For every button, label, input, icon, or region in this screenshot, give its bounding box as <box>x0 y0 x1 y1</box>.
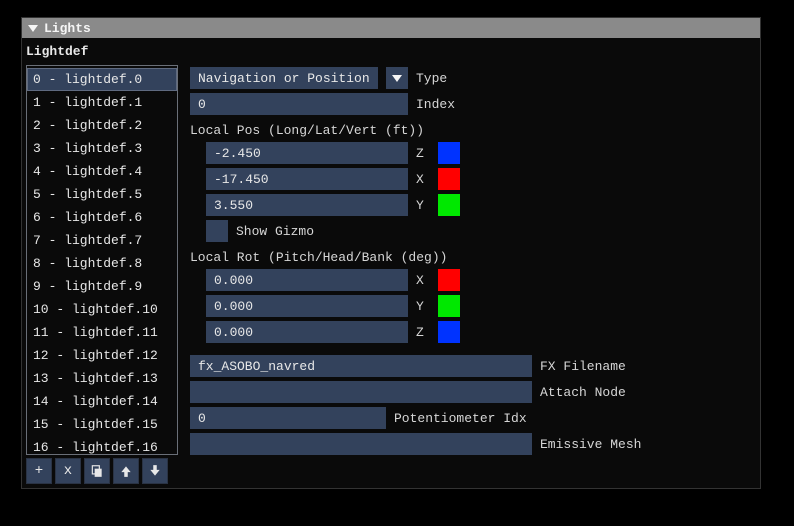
rot-x-input[interactable]: 0.000 <box>206 269 408 291</box>
attach-node-input[interactable] <box>190 381 532 403</box>
potentiometer-idx-label: Potentiometer Idx <box>394 411 527 426</box>
body: 0 - lightdef.01 - lightdef.12 - lightdef… <box>22 63 760 488</box>
list-item[interactable]: 10 - lightdef.10 <box>27 298 177 321</box>
remove-button[interactable]: x <box>55 458 81 484</box>
add-button[interactable]: + <box>26 458 52 484</box>
move-up-button[interactable] <box>113 458 139 484</box>
copy-button[interactable] <box>84 458 110 484</box>
rot-y-input[interactable]: 0.000 <box>206 295 408 317</box>
pos-z-color-swatch <box>438 142 460 164</box>
type-dropdown-toggle[interactable] <box>386 67 408 89</box>
pos-y-input[interactable]: 3.550 <box>206 194 408 216</box>
emissive-mesh-label: Emissive Mesh <box>540 437 641 452</box>
list-item[interactable]: 9 - lightdef.9 <box>27 275 177 298</box>
list-item[interactable]: 1 - lightdef.1 <box>27 91 177 114</box>
chevron-down-icon <box>392 75 402 82</box>
localpos-heading: Local Pos (Long/Lat/Vert (ft)) <box>190 119 756 138</box>
list-item[interactable]: 16 - lightdef.16 <box>27 436 177 455</box>
list-item[interactable]: 15 - lightdef.15 <box>27 413 177 436</box>
list-item[interactable]: 2 - lightdef.2 <box>27 114 177 137</box>
lights-window: Lights Lightdef 0 - lightdef.01 - lightd… <box>21 17 761 489</box>
list-item[interactable]: 3 - lightdef.3 <box>27 137 177 160</box>
pos-x-color-swatch <box>438 168 460 190</box>
list-item[interactable]: 4 - lightdef.4 <box>27 160 177 183</box>
list-item[interactable]: 8 - lightdef.8 <box>27 252 177 275</box>
move-down-button[interactable] <box>142 458 168 484</box>
pos-y-color-swatch <box>438 194 460 216</box>
sidebar: 0 - lightdef.01 - lightdef.12 - lightdef… <box>26 65 178 484</box>
rot-x-color-swatch <box>438 269 460 291</box>
potentiometer-idx-input[interactable]: 0 <box>190 407 386 429</box>
lightdef-list[interactable]: 0 - lightdef.01 - lightdef.12 - lightdef… <box>26 65 178 455</box>
section-title: Lightdef <box>22 38 760 63</box>
collapse-icon[interactable] <box>28 25 38 32</box>
index-label: Index <box>416 97 455 112</box>
pos-z-axis-label: Z <box>416 146 430 161</box>
list-item[interactable]: 5 - lightdef.5 <box>27 183 177 206</box>
rot-x-axis-label: X <box>416 273 430 288</box>
arrow-up-icon <box>119 464 133 478</box>
list-item[interactable]: 11 - lightdef.11 <box>27 321 177 344</box>
copy-icon <box>90 464 104 478</box>
localrot-heading: Local Rot (Pitch/Head/Bank (deg)) <box>190 246 756 265</box>
fx-filename-input[interactable]: fx_ASOBO_navred <box>190 355 532 377</box>
arrow-down-icon <box>148 464 162 478</box>
list-item[interactable]: 12 - lightdef.12 <box>27 344 177 367</box>
fx-filename-label: FX Filename <box>540 359 626 374</box>
titlebar[interactable]: Lights <box>22 18 760 38</box>
properties-panel: Navigation or Position Type 0 Index Loca… <box>190 65 756 484</box>
rot-y-color-swatch <box>438 295 460 317</box>
attach-node-label: Attach Node <box>540 385 626 400</box>
type-dropdown[interactable]: Navigation or Position <box>190 67 378 89</box>
pos-z-input[interactable]: -2.450 <box>206 142 408 164</box>
rot-z-input[interactable]: 0.000 <box>206 321 408 343</box>
rot-y-axis-label: Y <box>416 299 430 314</box>
list-item[interactable]: 0 - lightdef.0 <box>27 68 177 91</box>
window-title: Lights <box>44 21 91 36</box>
list-item[interactable]: 13 - lightdef.13 <box>27 367 177 390</box>
index-input[interactable]: 0 <box>190 93 408 115</box>
pos-x-axis-label: X <box>416 172 430 187</box>
pos-y-axis-label: Y <box>416 198 430 213</box>
emissive-mesh-input[interactable] <box>190 433 532 455</box>
list-item[interactable]: 14 - lightdef.14 <box>27 390 177 413</box>
rot-z-color-swatch <box>438 321 460 343</box>
rot-z-axis-label: Z <box>416 325 430 340</box>
list-item[interactable]: 6 - lightdef.6 <box>27 206 177 229</box>
type-label: Type <box>416 71 447 86</box>
sidebar-toolbar: + x <box>26 458 178 484</box>
pos-x-input[interactable]: -17.450 <box>206 168 408 190</box>
show-gizmo-checkbox[interactable] <box>206 220 228 242</box>
list-item[interactable]: 7 - lightdef.7 <box>27 229 177 252</box>
show-gizmo-label: Show Gizmo <box>236 224 314 239</box>
